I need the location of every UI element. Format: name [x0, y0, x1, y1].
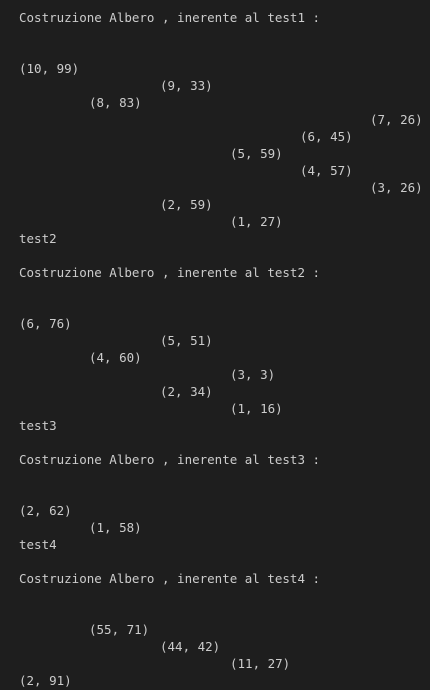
tree-node: (1, 58) — [89, 520, 142, 535]
tree-node: (2, 91) — [19, 673, 72, 688]
test-label: test4 — [19, 537, 57, 552]
tree-node: (5, 51) — [160, 333, 213, 348]
tree-node: (3, 26) — [370, 180, 423, 195]
tree-node: (6, 45) — [300, 129, 353, 144]
tree-header-test4: Costruzione Albero , inerente al test4 : — [19, 571, 321, 586]
tree-node: (7, 26) — [370, 112, 423, 127]
test-label: test2 — [19, 231, 57, 246]
tree-node: (1, 16) — [230, 401, 283, 416]
tree-node: (3, 3) — [230, 367, 276, 382]
test-label: test3 — [19, 418, 57, 433]
tree-node: (10, 99) — [19, 61, 80, 76]
tree-header-test2: Costruzione Albero , inerente al test2 : — [19, 265, 321, 280]
tree-node: (11, 27) — [230, 656, 291, 671]
tree-node: (5, 59) — [230, 146, 283, 161]
tree-node: (4, 60) — [89, 350, 142, 365]
tree-node: (4, 57) — [300, 163, 353, 178]
tree-header-test1: Costruzione Albero , inerente al test1 : — [19, 10, 321, 25]
terminal-output: Costruzione Albero , inerente al test1 :… — [0, 0, 430, 690]
tree-node: (44, 42) — [160, 639, 221, 654]
tree-node: (55, 71) — [89, 622, 150, 637]
tree-node: (2, 34) — [160, 384, 213, 399]
tree-node: (2, 59) — [160, 197, 213, 212]
tree-node: (6, 76) — [19, 316, 72, 331]
tree-node: (9, 33) — [160, 78, 213, 93]
tree-header-test3: Costruzione Albero , inerente al test3 : — [19, 452, 321, 467]
tree-node: (8, 83) — [89, 95, 142, 110]
tree-node: (2, 62) — [19, 503, 72, 518]
tree-node: (1, 27) — [230, 214, 283, 229]
